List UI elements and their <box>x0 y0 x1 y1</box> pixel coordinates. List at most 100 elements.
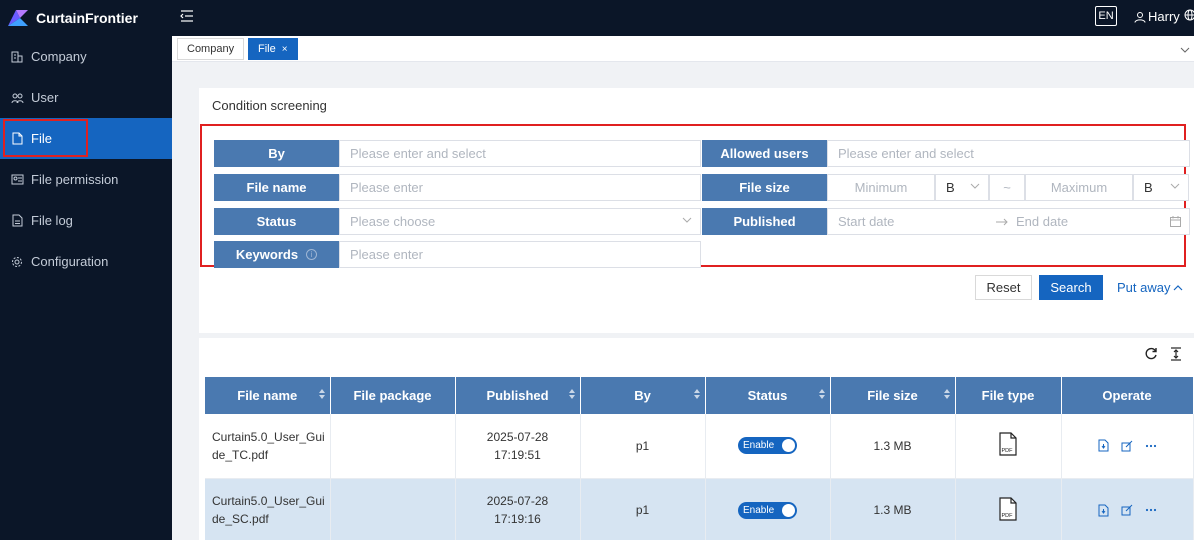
close-icon[interactable]: × <box>282 44 288 55</box>
reset-button[interactable]: Reset <box>975 275 1032 300</box>
brand-logo-icon <box>8 10 28 26</box>
download-file-icon[interactable] <box>1098 439 1109 452</box>
col-label: Published <box>486 388 549 403</box>
cell-published: 2025-07-28 17:19:51 <box>455 414 581 479</box>
panel-title: Condition screening <box>212 98 327 113</box>
sort-icon[interactable] <box>943 389 950 399</box>
filter-row-keywords: Keywords i Please enter <box>214 241 701 268</box>
sidebar-item-file[interactable]: File <box>0 118 172 159</box>
keywords-label-text: Keywords <box>235 247 299 262</box>
sidebar-item-configuration[interactable]: Configuration <box>0 241 172 282</box>
chevron-down-icon <box>970 183 980 189</box>
column-height-icon[interactable] <box>1170 347 1182 364</box>
edit-icon[interactable] <box>1121 440 1133 452</box>
col-status[interactable]: Status <box>705 377 831 414</box>
gear-icon <box>10 255 24 269</box>
tab-label: Company <box>187 43 235 55</box>
cell-by: p1 <box>580 478 706 540</box>
cell-file-name: Curtain5.0_User_Guide_SC.pdf <box>205 478 331 540</box>
menu-fold-icon[interactable] <box>180 10 194 25</box>
file-size-label: File size <box>702 174 827 201</box>
brand-name: CurtainFrontier <box>36 10 138 26</box>
chevron-down-icon[interactable] <box>1180 42 1190 57</box>
more-icon[interactable] <box>1145 444 1157 448</box>
cell-file-size: 1.3 MB <box>830 478 956 540</box>
file-size-max-input[interactable]: Maximum <box>1025 174 1133 201</box>
col-by[interactable]: By <box>580 377 706 414</box>
cell-file-package <box>330 414 456 479</box>
col-file-type: File type <box>955 377 1062 414</box>
filter-row-by: By Please enter and select <box>214 140 701 167</box>
allowed-users-input[interactable]: Please enter and select <box>827 140 1190 167</box>
file-name-input[interactable]: Please enter <box>339 174 701 201</box>
sidebar-item-label: Company <box>31 49 87 64</box>
highlight-box <box>3 119 88 157</box>
start-date-placeholder: Start date <box>838 214 895 229</box>
chevron-down-icon <box>1170 183 1180 189</box>
status-placeholder: Please choose <box>350 214 436 229</box>
globe-icon[interactable] <box>1184 9 1194 24</box>
filter-row-file-size: File size Minimum B ~ Maximum B <box>702 174 1189 201</box>
download-file-icon[interactable] <box>1098 504 1109 517</box>
put-away-button[interactable]: Put away <box>1117 275 1187 300</box>
status-toggle[interactable]: Enable <box>738 501 797 519</box>
col-file-package: File package <box>330 377 456 414</box>
file-size-min-input[interactable]: Minimum <box>827 174 935 201</box>
published-date-range[interactable]: Start date End date <box>827 208 1190 235</box>
filter-row-allowed-users: Allowed users Please enter and select <box>702 140 1190 167</box>
sort-icon[interactable] <box>693 389 700 399</box>
keywords-label: Keywords i <box>214 241 339 268</box>
col-file-size[interactable]: File size <box>830 377 956 414</box>
file-size-max-unit-select[interactable]: B <box>1133 174 1189 201</box>
language-switch[interactable]: EN <box>1095 6 1117 26</box>
published-date: 2025-07-28 <box>486 494 549 508</box>
status-toggle[interactable]: Enable <box>738 437 797 455</box>
status-select[interactable]: Please choose <box>339 208 701 235</box>
info-icon[interactable]: i <box>306 249 318 260</box>
end-date-placeholder: End date <box>1016 214 1069 229</box>
user-menu[interactable]: Harry <box>1134 9 1180 24</box>
svg-text:PDF: PDF <box>1002 448 1014 454</box>
sidebar: CurtainFrontier Company User File File p… <box>0 0 172 540</box>
put-away-label: Put away <box>1117 280 1171 295</box>
svg-text:PDF: PDF <box>1002 513 1014 519</box>
tab-file[interactable]: File × <box>248 38 298 60</box>
keywords-input[interactable]: Please enter <box>339 241 701 268</box>
table-row[interactable]: Curtain5.0_User_Guide_SC.pdf 2025-07-28 … <box>205 478 1194 540</box>
col-label: File type <box>981 388 1035 403</box>
filter-row-status: Status Please choose <box>214 208 701 235</box>
topbar: EN Harry <box>172 0 1194 36</box>
sort-icon[interactable] <box>818 389 825 399</box>
toggle-label: Enable <box>743 504 775 516</box>
users-icon <box>10 91 24 105</box>
published-time: 17:19:16 <box>494 512 541 526</box>
size-range-separator: ~ <box>989 174 1025 201</box>
file-size-min-unit-select[interactable]: B <box>935 174 989 201</box>
log-icon <box>10 214 24 228</box>
refresh-icon[interactable] <box>1144 347 1158 364</box>
sidebar-item-file-permission[interactable]: File permission <box>0 159 172 200</box>
unit-value: B <box>1144 180 1153 195</box>
table-row[interactable]: Curtain5.0_User_Guide_TC.pdf 2025-07-28 … <box>205 414 1194 479</box>
col-label: File package <box>353 388 432 403</box>
more-icon[interactable] <box>1145 508 1157 512</box>
sidebar-item-file-log[interactable]: File log <box>0 200 172 241</box>
sidebar-item-user[interactable]: User <box>0 77 172 118</box>
condition-screening-panel: Condition screening By Please enter and … <box>199 88 1194 333</box>
tab-company[interactable]: Company <box>177 38 245 60</box>
sidebar-item-company[interactable]: Company <box>0 36 172 77</box>
pdf-file-icon: PDF <box>999 496 1017 521</box>
by-label: By <box>214 140 339 167</box>
edit-icon[interactable] <box>1121 504 1133 516</box>
by-input[interactable]: Please enter and select <box>339 140 701 167</box>
search-button[interactable]: Search <box>1039 275 1103 300</box>
allowed-users-label: Allowed users <box>702 140 827 167</box>
pdf-file-icon: PDF <box>999 432 1017 456</box>
sort-icon[interactable] <box>568 389 575 399</box>
col-operate: Operate <box>1061 377 1194 414</box>
sort-icon[interactable] <box>318 389 325 399</box>
cell-by: p1 <box>580 414 706 479</box>
col-file-name[interactable]: File name <box>205 377 331 414</box>
chevron-down-icon <box>682 217 692 223</box>
col-published[interactable]: Published <box>455 377 581 414</box>
